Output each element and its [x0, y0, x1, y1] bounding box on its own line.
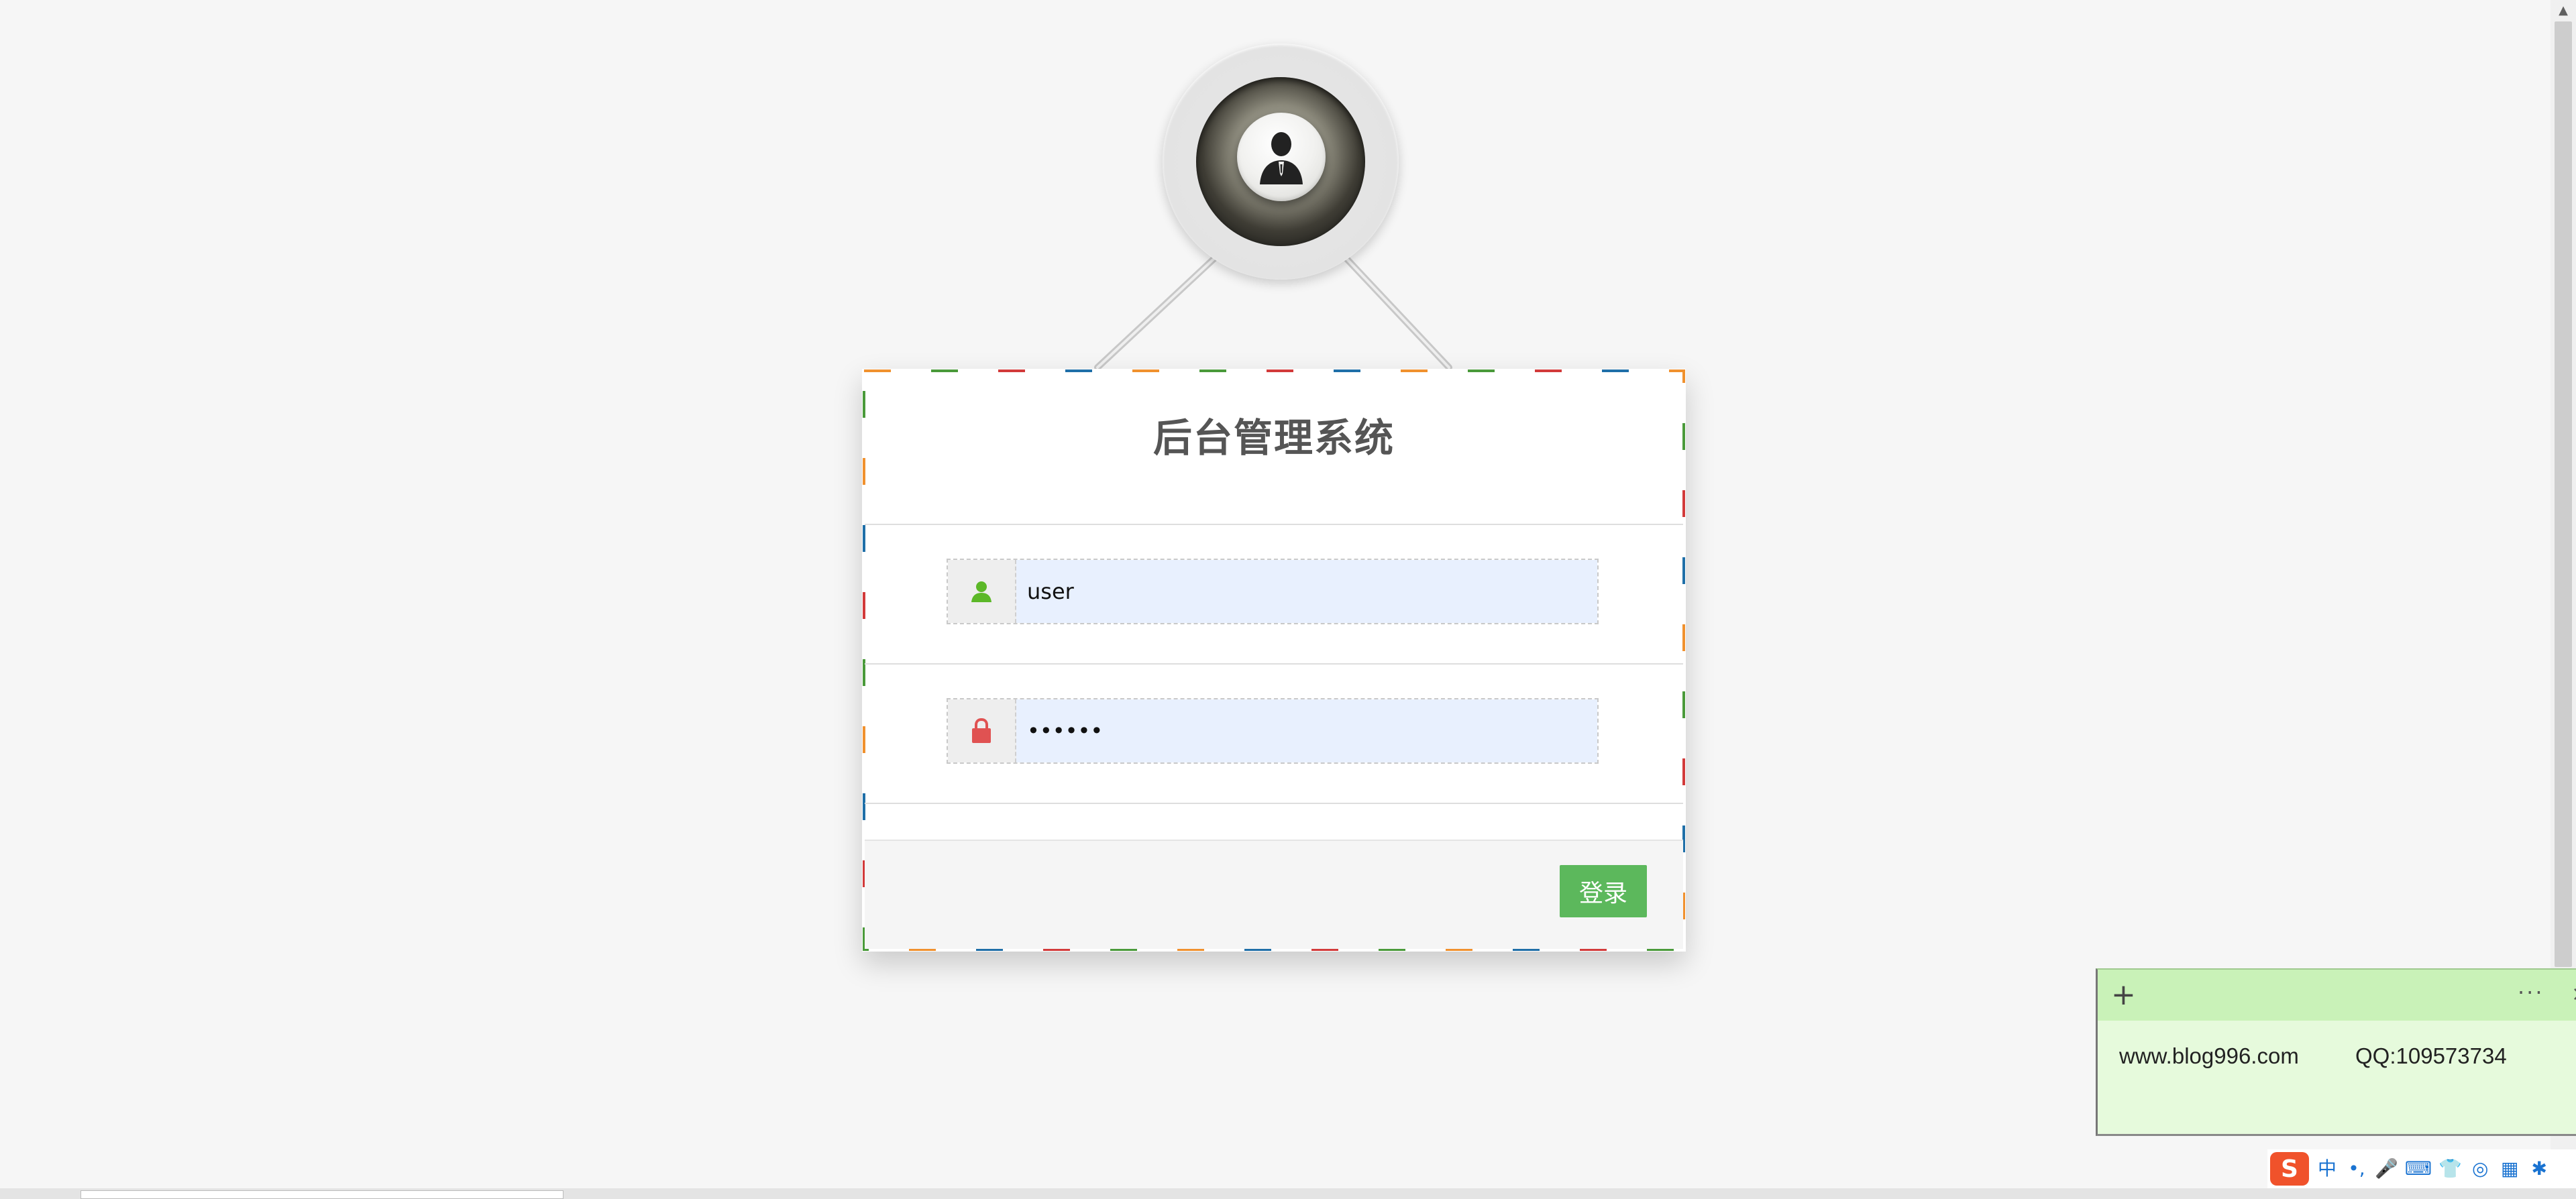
keyboard-icon[interactable]: ⌨ — [2405, 1159, 2432, 1178]
close-icon[interactable]: × — [2571, 984, 2576, 1005]
divider — [865, 803, 1683, 804]
settings-icon[interactable]: ✱ — [2528, 1159, 2551, 1178]
sticky-note-header[interactable]: + ··· × — [2098, 970, 2576, 1021]
sticky-note[interactable]: + ··· × www.blog996.com QQ:109573734 — [2096, 968, 2576, 1136]
avatar — [1237, 113, 1326, 201]
person-icon — [1260, 132, 1303, 184]
microphone-icon[interactable]: 🎤 — [2375, 1159, 2398, 1178]
add-note-icon[interactable]: + — [2111, 980, 2136, 1010]
lock-icon — [948, 699, 1016, 762]
card-footer: 登录 — [865, 840, 1683, 949]
password-field — [947, 698, 1599, 764]
note-site-text: www.blog996.com — [2119, 1043, 2299, 1068]
toolbox-icon[interactable]: ▦ — [2498, 1159, 2521, 1178]
login-button[interactable]: 登录 — [1560, 865, 1647, 917]
more-menu-icon[interactable]: ··· — [2518, 982, 2544, 1003]
divider — [865, 663, 1683, 665]
skin-icon[interactable]: 👕 — [2438, 1159, 2462, 1178]
taskbar-window[interactable] — [80, 1190, 564, 1199]
username-input[interactable] — [1016, 560, 1597, 623]
assistant-icon[interactable]: ◎ — [2469, 1159, 2491, 1178]
punctuation-icon[interactable]: •, — [2345, 1159, 2368, 1178]
user-icon — [948, 560, 1016, 623]
sogou-logo-icon[interactable]: S — [2270, 1152, 2309, 1186]
ime-chinese-mode[interactable]: 中 — [2316, 1159, 2339, 1178]
hanging-badge — [0, 0, 2576, 402]
login-card: 后台管理系统 登录 — [862, 369, 1686, 952]
divider — [865, 524, 1683, 525]
password-input[interactable] — [1016, 699, 1597, 762]
note-qq-text: QQ:109573734 — [2355, 1043, 2507, 1068]
ime-toolbar[interactable]: S 中 •, 🎤 ⌨ 👕 ◎ ▦ ✱ — [2267, 1149, 2576, 1188]
page-title: 后台管理系统 — [1152, 415, 1395, 461]
username-field — [947, 559, 1599, 624]
